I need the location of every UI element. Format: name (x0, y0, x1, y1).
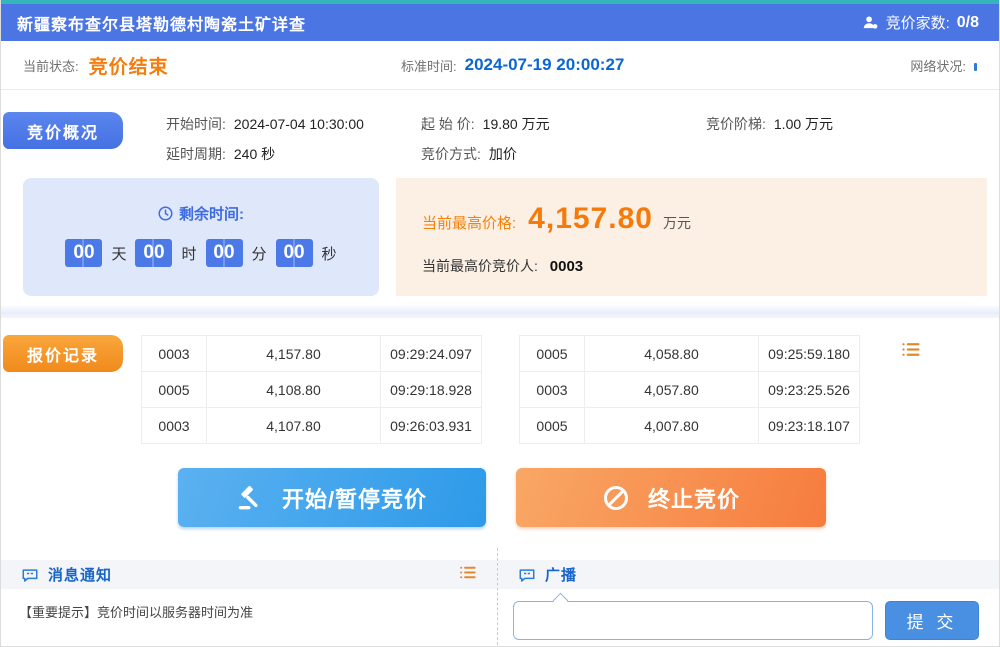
time-cell: 09:26:03.931 (381, 408, 482, 444)
countdown-label: 剩余时间: (179, 203, 244, 224)
bidder-cell: 0003 (142, 336, 207, 372)
broadcast-body: 提 交 (498, 589, 999, 640)
bid-records-table-left: 0003 4,157.80 09:29:24.097 0005 4,108.80… (141, 335, 482, 444)
bid-mode-field: 竞价方式:加价 (421, 144, 706, 164)
broadcast-panel-title: 广播 (545, 564, 577, 585)
countdown-days: 00 (65, 239, 102, 267)
bid-records-section-tag: 报价记录 (3, 335, 123, 372)
price-cell: 4,107.80 (207, 408, 381, 444)
network-status-label: 网络状况: (910, 56, 966, 75)
submit-button[interactable]: 提 交 (885, 601, 979, 640)
countdown-digits: 00 天 00 时 00 分 00 秒 (23, 239, 379, 267)
bidder-cell: 0005 (142, 372, 207, 408)
bid-records-table-right: 0005 4,058.80 09:25:59.180 0003 4,057.80… (519, 335, 860, 444)
overview-boxes: 剩余时间: 00 天 00 时 00 分 00 秒 当前最高价格: 4,157.… (1, 178, 999, 296)
highest-bidder-label: 当前最高价竞价人: (422, 258, 538, 274)
speech-bubble-icon (21, 566, 39, 584)
time-cell: 09:29:24.097 (381, 336, 482, 372)
delay-cycle-field: 延时周期:240 秒 (166, 144, 421, 164)
start-pause-bid-label: 开始/暂停竞价 (282, 482, 427, 514)
highest-price-value: 4,157.80 (528, 202, 653, 236)
table-row: 0005 4,058.80 09:25:59.180 (520, 336, 860, 372)
time-cell: 09:25:59.180 (759, 336, 860, 372)
start-pause-bid-button[interactable]: 开始/暂停竞价 (178, 468, 486, 527)
broadcast-panel: 广播 提 交 (498, 548, 999, 647)
bid-increment-field: 竞价阶梯:1.00 万元 (706, 114, 999, 134)
bottom-panels: 消息通知 【重要提示】竞价时间以服务器时间为准 广播 提 交 (1, 548, 999, 647)
highest-price-box: 当前最高价格: 4,157.80 万元 当前最高价竞价人: 0003 (396, 178, 987, 296)
users-icon (862, 14, 879, 31)
start-time-field: 开始时间:2024-07-04 10:30:00 (166, 114, 421, 134)
price-cell: 4,007.80 (585, 408, 759, 444)
highest-price-unit: 万元 (663, 213, 691, 233)
countdown-hours: 00 (135, 239, 172, 267)
standard-time: 标准时间: 2024-07-19 20:00:27 (401, 55, 624, 75)
auction-page: 新疆察布查尔县塔勒德村陶瓷土矿详查 竞价家数: 0/8 当前状态: 竞价结束 标… (0, 0, 1000, 647)
auction-overview-section: 竞价概况 开始时间:2024-07-04 10:30:00 起 始 价:19.8… (1, 90, 999, 178)
current-state-label: 当前状态: (23, 56, 79, 75)
table-row: 0005 4,108.80 09:29:18.928 (142, 372, 482, 408)
bidder-count: 竞价家数: 0/8 (862, 12, 979, 33)
standard-time-label: 标准时间: (401, 56, 457, 75)
network-signal-icon (974, 63, 977, 71)
current-state-value: 竞价结束 (89, 52, 169, 79)
highest-price-line: 当前最高价格: 4,157.80 万元 (422, 202, 987, 236)
countdown-minute-unit: 分 (252, 243, 267, 264)
bidder-cell: 0003 (520, 372, 585, 408)
message-panel-title: 消息通知 (48, 564, 112, 585)
bidder-cell: 0005 (520, 336, 585, 372)
time-cell: 09:29:18.928 (381, 372, 482, 408)
title-bar: 新疆察布查尔县塔勒德村陶瓷土矿详查 竞价家数: 0/8 (1, 4, 999, 41)
network-status: 网络状况: (910, 56, 977, 75)
action-buttons: 开始/暂停竞价 终止竞价 (178, 468, 999, 527)
price-cell: 4,058.80 (585, 336, 759, 372)
message-panel: 消息通知 【重要提示】竞价时间以服务器时间为准 (1, 548, 498, 647)
start-price-field: 起 始 价:19.80 万元 (421, 114, 706, 134)
price-cell: 4,108.80 (207, 372, 381, 408)
time-cell: 09:23:25.526 (759, 372, 860, 408)
gavel-icon (237, 484, 264, 511)
bidder-cell: 0005 (520, 408, 585, 444)
message-list-icon[interactable] (458, 563, 477, 587)
countdown-seconds: 00 (276, 239, 313, 267)
highest-bidder-value: 0003 (550, 258, 583, 275)
prohibition-icon (602, 484, 630, 512)
table-row: 0003 4,157.80 09:29:24.097 (142, 336, 482, 372)
bid-records-tables: 0003 4,157.80 09:29:24.097 0005 4,108.80… (1, 318, 999, 444)
price-cell: 4,157.80 (207, 336, 381, 372)
table-row: 0005 4,007.80 09:23:18.107 (520, 408, 860, 444)
broadcast-panel-header: 广播 (498, 560, 999, 589)
terminate-bid-label: 终止竞价 (648, 482, 740, 514)
bid-records-section: 报价记录 0003 4,157.80 09:29:24.097 0005 4,1… (1, 318, 999, 454)
price-cell: 4,057.80 (585, 372, 759, 408)
terminate-bid-button[interactable]: 终止竞价 (516, 468, 826, 527)
highest-price-label: 当前最高价格: (422, 212, 516, 233)
records-list-icon[interactable] (900, 339, 921, 365)
countdown-hour-unit: 时 (181, 243, 196, 264)
broadcast-input[interactable] (513, 601, 873, 640)
countdown-title: 剩余时间: (23, 203, 379, 224)
bidder-cell: 0003 (142, 408, 207, 444)
message-panel-header: 消息通知 (1, 560, 497, 589)
overview-section-tag: 竞价概况 (3, 112, 123, 149)
important-notice-text: 【重要提示】竞价时间以服务器时间为准 (1, 589, 497, 634)
countdown-box: 剩余时间: 00 天 00 时 00 分 00 秒 (23, 178, 379, 296)
bidder-count-label: 竞价家数: (886, 12, 950, 33)
clock-icon (158, 206, 173, 221)
countdown-minutes: 00 (206, 239, 243, 267)
speech-bubble-icon (518, 566, 536, 584)
broadcast-input-wrap (513, 601, 873, 640)
table-row: 0003 4,057.80 09:23:25.526 (520, 372, 860, 408)
countdown-second-unit: 秒 (322, 243, 337, 264)
table-row: 0003 4,107.80 09:26:03.931 (142, 408, 482, 444)
overview-fields: 开始时间:2024-07-04 10:30:00 起 始 价:19.80 万元 … (1, 90, 999, 164)
page-title: 新疆察布查尔县塔勒德村陶瓷土矿详查 (17, 11, 306, 35)
status-bar: 当前状态: 竞价结束 标准时间: 2024-07-19 20:00:27 网络状… (1, 41, 999, 90)
section-divider (1, 306, 999, 318)
highest-bidder-line: 当前最高价竞价人: 0003 (422, 256, 987, 276)
countdown-day-unit: 天 (111, 243, 126, 264)
standard-time-value: 2024-07-19 20:00:27 (465, 55, 625, 75)
time-cell: 09:23:18.107 (759, 408, 860, 444)
bidder-count-value: 0/8 (957, 14, 979, 32)
